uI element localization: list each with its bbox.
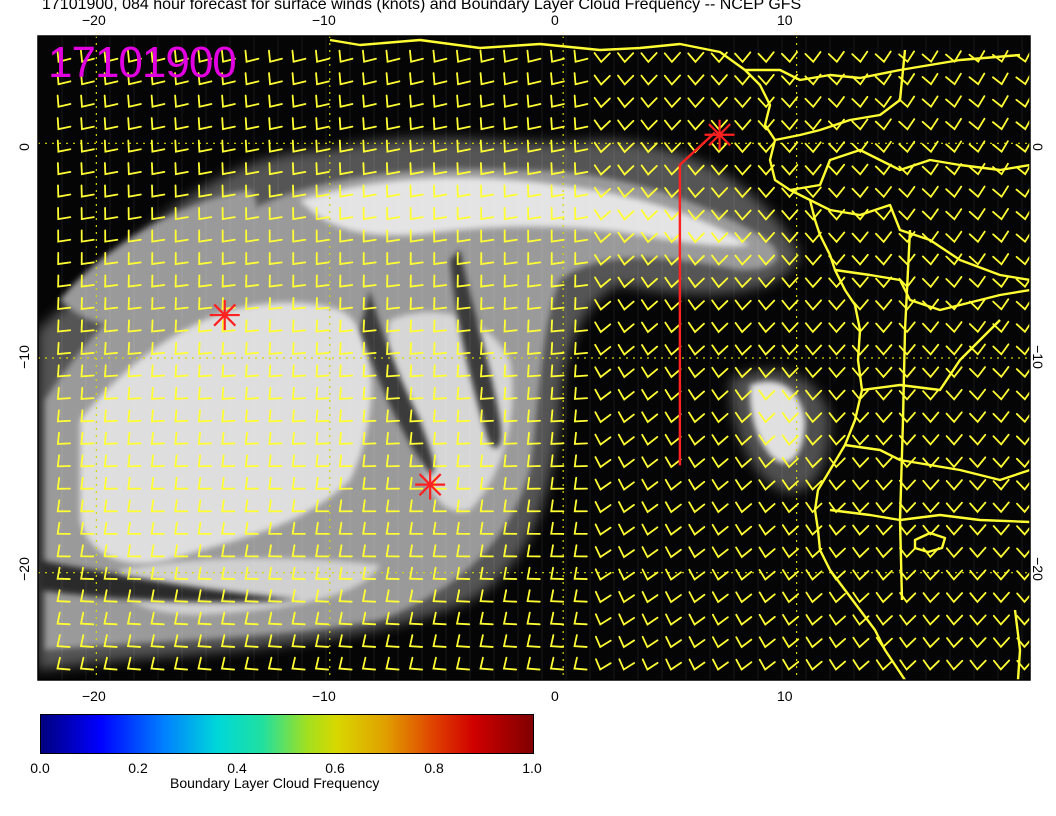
y-tick-right-1: 0 (1029, 143, 1046, 151)
star-marker-west (209, 300, 240, 331)
x-tick-top-1: −20 (82, 12, 106, 28)
star-marker-south (415, 469, 446, 500)
colorbar-tick-1: 0.2 (128, 760, 148, 776)
colorbar-tick-4: 0.8 (424, 760, 444, 776)
colorbar (40, 714, 534, 754)
colorbar-label: Boundary Layer Cloud Frequency (170, 775, 380, 791)
y-tick-right-2: −10 (1029, 345, 1046, 369)
x-tick-bottom-3: 0 (551, 688, 559, 704)
y-tick-left-3: −20 (15, 557, 32, 581)
x-tick-top-2: −10 (312, 12, 336, 28)
y-tick-left-1: 0 (15, 143, 32, 151)
colorbar-tick-0: 0.0 (30, 760, 50, 776)
x-tick-bottom-2: −10 (312, 688, 336, 704)
x-tick-top-4: 10 (777, 12, 793, 28)
y-tick-right-3: −20 (1029, 557, 1046, 581)
colorbar-tick-5: 1.0 (522, 760, 542, 776)
colorbar-tick-3: 0.6 (325, 760, 345, 776)
colorbar-tick-2: 0.4 (227, 760, 247, 776)
x-tick-bottom-4: 10 (777, 688, 793, 704)
date-stamp: 17101900 (48, 38, 237, 87)
x-tick-bottom-1: −20 (82, 688, 106, 704)
y-tick-left-2: −10 (15, 345, 32, 369)
map-canvas (37, 35, 1031, 681)
x-tick-top-3: 0 (551, 12, 559, 28)
star-marker-north (704, 119, 735, 150)
map-plot-area (38, 36, 1030, 680)
